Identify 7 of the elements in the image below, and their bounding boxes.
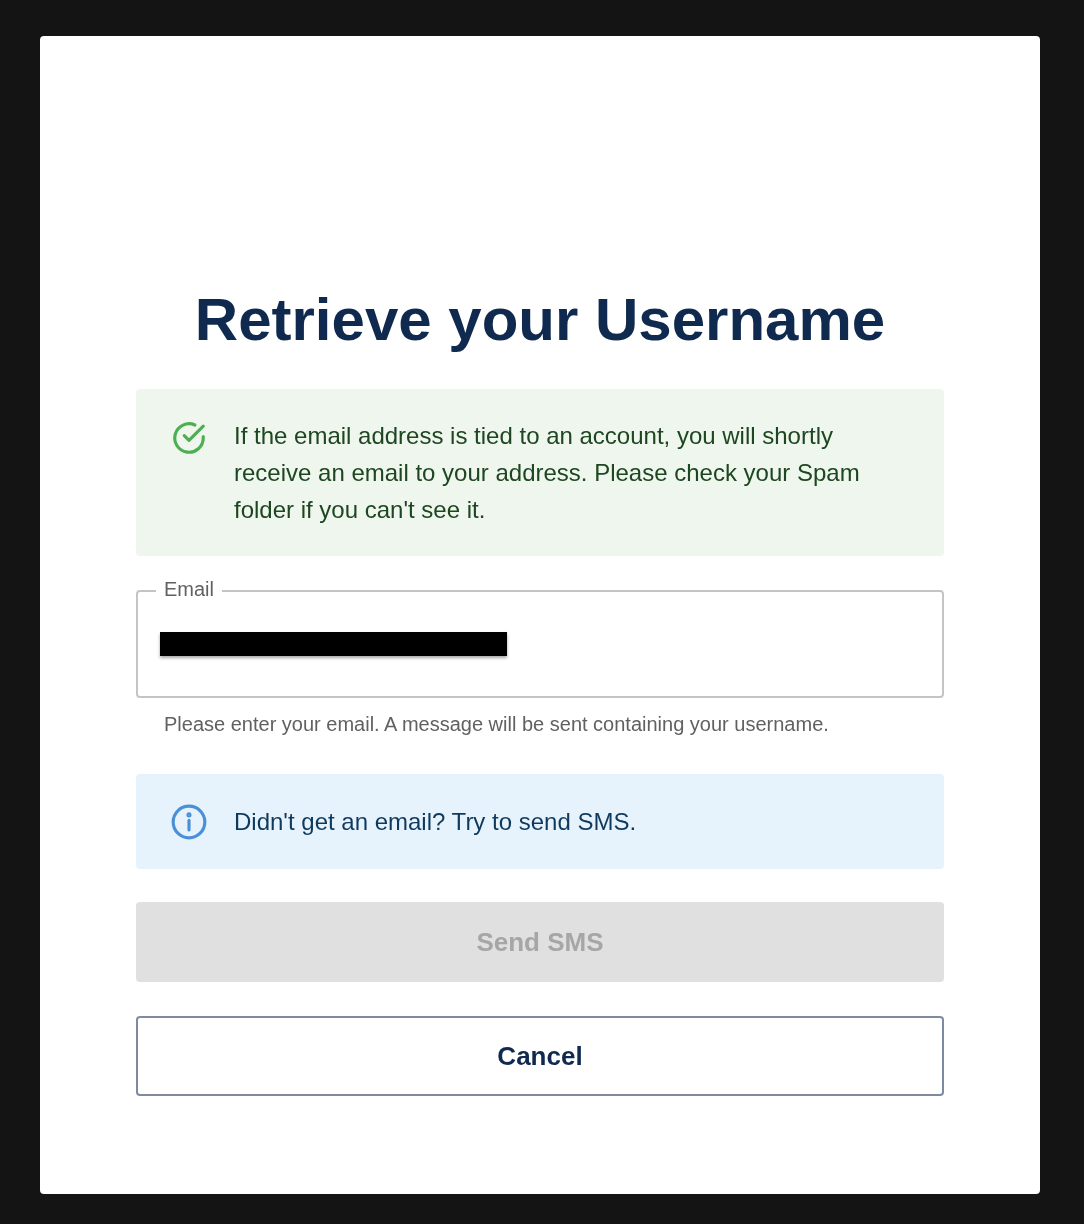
cancel-button[interactable]: Cancel (136, 1016, 944, 1096)
helper-text: Please enter your email. A message will be sent containing your username. (164, 712, 830, 737)
alert-message: Didn't get an email? Try to send SMS. (234, 807, 637, 837)
dialog-title: Retrieve your Username (194, 286, 886, 354)
info-icon (170, 802, 208, 841)
check-circle-icon (170, 419, 208, 457)
alert-message: If the email address is tied to an account, you will shortly receive an email to your address. Please check your Spam folder if you can't see it. (234, 421, 861, 525)
